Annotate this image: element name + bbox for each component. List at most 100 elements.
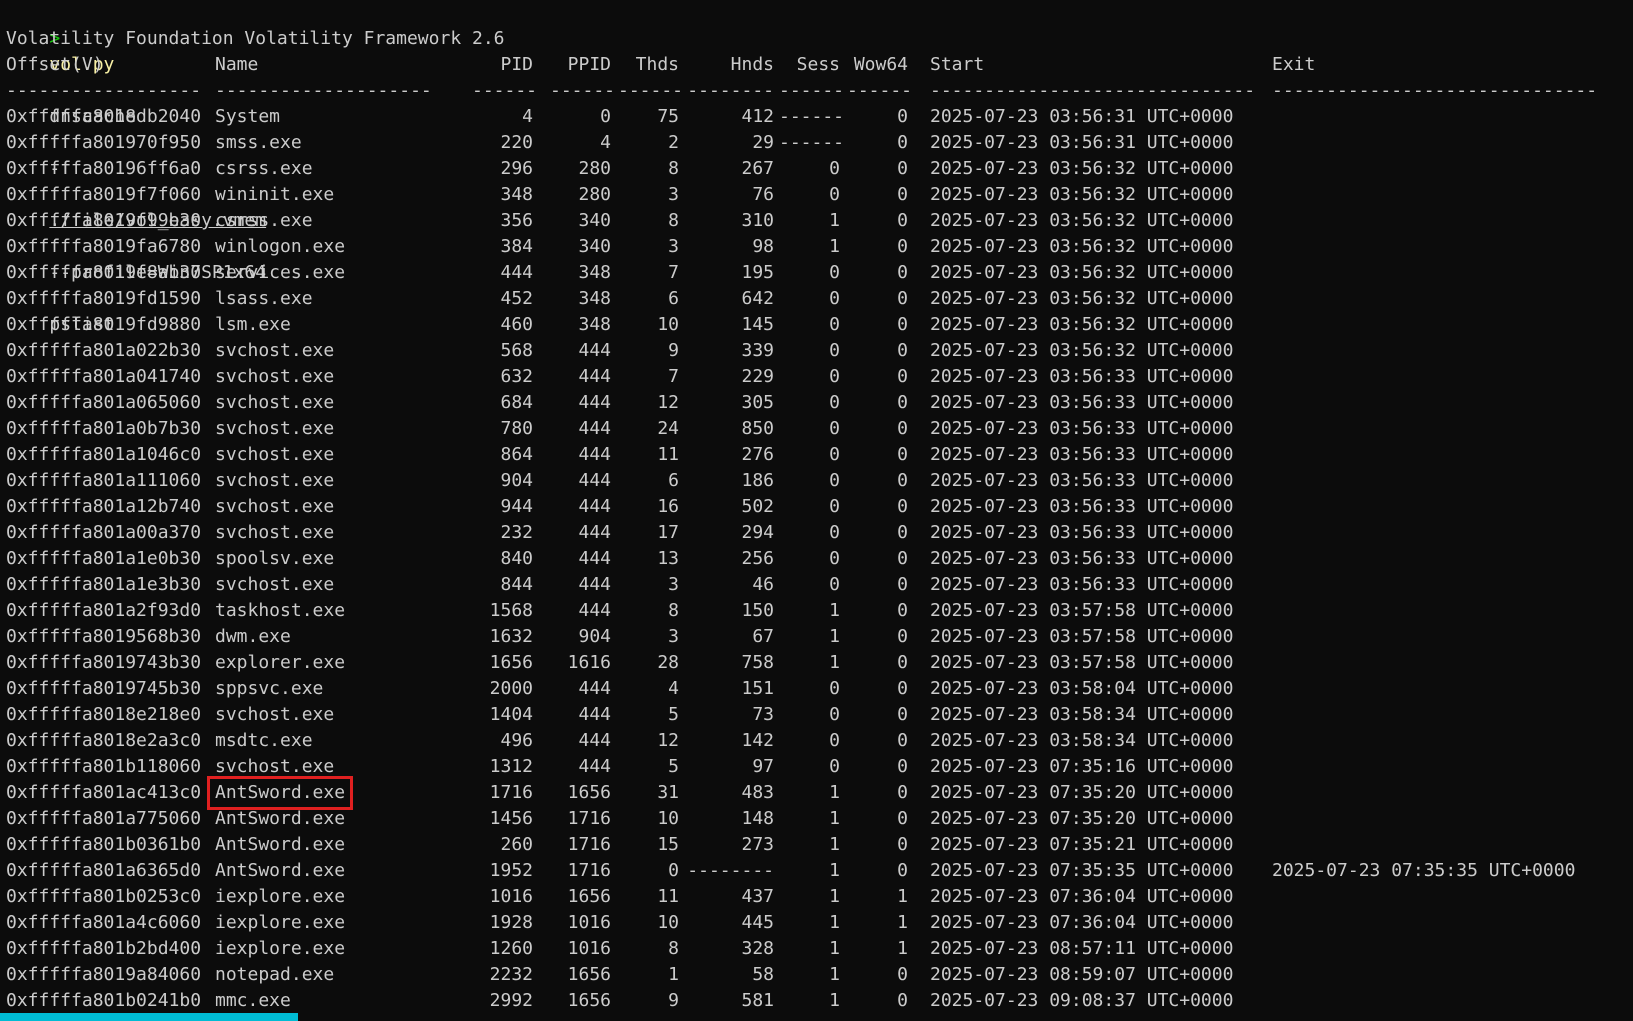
cell-hnds: -------- xyxy=(687,860,774,881)
cell-wow64: 0 xyxy=(897,288,908,309)
cell-thds: 9 xyxy=(668,990,679,1011)
cell-sess: 1 xyxy=(829,600,840,621)
cell-sess: 0 xyxy=(829,444,840,465)
cell-pid: 864 xyxy=(500,444,533,465)
cell-start: 2025-07-23 07:35:20 UTC+0000 xyxy=(930,782,1234,803)
separator-pid: ------ xyxy=(472,80,538,101)
header-thds: Thds xyxy=(635,54,679,75)
cell-thds: 1 xyxy=(668,964,679,985)
process-row: 0xfffffa801b118060 svchost.exe 1312 444 5 97 0… xyxy=(6,754,1633,780)
cell-name: winlogon.exe xyxy=(215,236,346,257)
process-row: 0xfffffa801a12b740 svchost.exe 944 444 16 502… xyxy=(6,494,1633,520)
cell-pid: 384 xyxy=(500,236,533,257)
cell-pid: 1016 xyxy=(489,886,533,907)
cell-ppid: 904 xyxy=(578,626,611,647)
cell-start: 2025-07-23 07:35:35 UTC+0000 xyxy=(930,860,1234,881)
cell-start: 2025-07-23 03:56:32 UTC+0000 xyxy=(930,236,1234,257)
cell-pid: 1716 xyxy=(489,782,533,803)
cell-offset: 0xfffffa801a00a370 xyxy=(6,522,202,543)
process-table: 0xfffffa8018db2040 System 4 0 75 412 ------ 0 20… xyxy=(6,104,1633,1014)
cell-ppid: 280 xyxy=(578,184,611,205)
cell-hnds: 142 xyxy=(741,730,774,751)
cell-ppid: 444 xyxy=(578,600,611,621)
cell-hnds: 29 xyxy=(752,132,774,153)
cell-offset: 0xfffffa8018e2a3c0 xyxy=(6,730,202,751)
cell-ppid: 444 xyxy=(578,704,611,725)
cell-sess: 1 xyxy=(829,808,840,829)
cell-pid: 460 xyxy=(500,314,533,335)
cell-wow64: 0 xyxy=(897,730,908,751)
cell-start: 2025-07-23 03:56:33 UTC+0000 xyxy=(930,444,1234,465)
cell-wow64: 0 xyxy=(897,418,908,439)
cell-start: 2025-07-23 03:56:33 UTC+0000 xyxy=(930,366,1234,387)
process-row: 0xfffffa801a1046c0 svchost.exe 864 444 11 276… xyxy=(6,442,1633,468)
cell-pid: 452 xyxy=(500,288,533,309)
cell-start: 2025-07-23 03:56:31 UTC+0000 xyxy=(930,106,1234,127)
cell-ppid: 4 xyxy=(600,132,611,153)
cell-pid: 296 xyxy=(500,158,533,179)
cell-thds: 8 xyxy=(668,210,679,231)
cell-ppid: 444 xyxy=(578,418,611,439)
cell-start: 2025-07-23 03:56:32 UTC+0000 xyxy=(930,314,1234,335)
process-row: 0xfffffa8019f8ab30 services.exe 444 348 7 195… xyxy=(6,260,1633,286)
terminal-window[interactable]: > vol.py dnscache -f ./file/vol_easy.vme… xyxy=(6,0,1633,1021)
cell-start: 2025-07-23 03:56:32 UTC+0000 xyxy=(930,288,1234,309)
cell-ppid: 1716 xyxy=(567,808,611,829)
cell-start: 2025-07-23 07:36:04 UTC+0000 xyxy=(930,912,1234,933)
cell-sess: 0 xyxy=(829,470,840,491)
cell-name: mmc.exe xyxy=(215,990,291,1011)
cell-pid: 2000 xyxy=(489,678,533,699)
cell-pid: 4 xyxy=(522,106,533,127)
process-row: 0xfffffa801a1e0b30 spoolsv.exe 840 444 13 256… xyxy=(6,546,1633,572)
header-wow64: Wow64 xyxy=(853,54,908,75)
cell-sess: 0 xyxy=(829,522,840,543)
cell-hnds: 294 xyxy=(741,522,774,543)
cell-hnds: 276 xyxy=(741,444,774,465)
process-row: 0xfffffa801ac413c0 AntSword.exe 1716 1656 31… xyxy=(6,776,1633,810)
cell-offset: 0xfffffa8019568b30 xyxy=(6,626,202,647)
cell-ppid: 444 xyxy=(578,470,611,491)
cell-wow64: 0 xyxy=(897,132,908,153)
cell-sess: 1 xyxy=(829,860,840,881)
cell-name: iexplore.exe xyxy=(215,912,346,933)
cell-ppid: 444 xyxy=(578,548,611,569)
cell-pid: 944 xyxy=(500,496,533,517)
process-row: 0xfffffa8019745b30 sppsvc.exe 2000 444 4 151 0… xyxy=(6,676,1633,702)
cell-thds: 3 xyxy=(668,574,679,595)
cell-start: 2025-07-23 03:56:33 UTC+0000 xyxy=(930,470,1234,491)
cell-pid: 568 xyxy=(500,340,533,361)
cell-pid: 1568 xyxy=(489,600,533,621)
cell-start: 2025-07-23 03:56:32 UTC+0000 xyxy=(930,158,1234,179)
cell-offset: 0xfffffa801a4c6060 xyxy=(6,912,202,933)
cell-start: 2025-07-23 03:56:32 UTC+0000 xyxy=(930,340,1234,361)
cell-wow64: 0 xyxy=(897,574,908,595)
cell-wow64: 0 xyxy=(897,314,908,335)
cell-ppid: 348 xyxy=(578,262,611,283)
cell-ppid: 444 xyxy=(578,730,611,751)
process-row: 0xfffffa801a022b30 svchost.exe 568 444 9 339 0… xyxy=(6,338,1633,364)
cell-thds: 10 xyxy=(657,808,679,829)
cell-thds: 5 xyxy=(668,704,679,725)
cell-start: 2025-07-23 07:35:16 UTC+0000 xyxy=(930,756,1234,777)
cell-wow64: 1 xyxy=(897,912,908,933)
cell-start: 2025-07-23 03:56:32 UTC+0000 xyxy=(930,184,1234,205)
cell-sess: 1 xyxy=(829,938,840,959)
cell-sess: 0 xyxy=(829,730,840,751)
process-row: 0xfffffa801a065060 svchost.exe 684 444 12 305… xyxy=(6,390,1633,416)
separator-name: -------------------- xyxy=(215,80,432,101)
cell-start: 2025-07-23 03:57:58 UTC+0000 xyxy=(930,626,1234,647)
cell-pid: 220 xyxy=(500,132,533,153)
cell-hnds: 98 xyxy=(752,236,774,257)
cell-thds: 4 xyxy=(668,678,679,699)
cell-offset: 0xfffffa8019f8ab30 xyxy=(6,262,202,283)
cell-wow64: 1 xyxy=(897,886,908,907)
process-row: 0xfffffa801a111060 svchost.exe 904 444 6 186 0… xyxy=(6,468,1633,494)
cell-thds: 28 xyxy=(657,652,679,673)
cell-hnds: 97 xyxy=(752,756,774,777)
cell-thds: 8 xyxy=(668,938,679,959)
cell-sess: 0 xyxy=(829,262,840,283)
banner-line: Volatility Foundation Volatility Framewo… xyxy=(6,28,505,49)
cell-hnds: 67 xyxy=(752,626,774,647)
cell-offset: 0xfffffa801b2bd400 xyxy=(6,938,202,959)
cell-ppid: 1716 xyxy=(567,834,611,855)
